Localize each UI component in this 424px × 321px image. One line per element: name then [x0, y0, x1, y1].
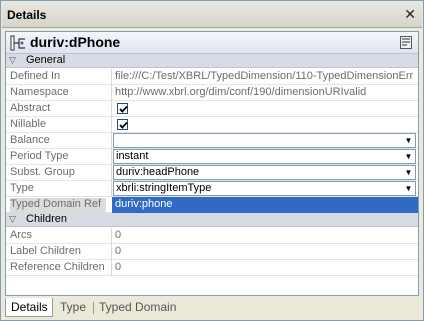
collapse-arrow-icon[interactable]: ▽ [9, 214, 16, 225]
element-icon [10, 35, 26, 51]
dropdown-value: xbrli:stringItemType [116, 182, 212, 194]
column-divider [111, 260, 112, 276]
dropdown-arrow-icon[interactable]: ▼ [403, 151, 414, 162]
row-period-type[interactable]: Period Type instant ▼ [6, 149, 418, 165]
details-panel: duriv:dPhone ▽ General Defined In file:/… [5, 31, 419, 296]
row-balance[interactable]: Balance ▼ [6, 133, 418, 149]
column-divider [111, 165, 112, 181]
row-arcs[interactable]: Arcs 0 [6, 228, 418, 244]
typed-domain-ref-field[interactable]: duriv:phone [112, 197, 418, 213]
row-nillable[interactable]: Nillable [6, 117, 418, 133]
column-divider [111, 244, 112, 260]
property-label: Namespace [10, 86, 69, 98]
dropdown-arrow-icon[interactable]: ▼ [403, 135, 414, 146]
group-children[interactable]: ▽ Children [6, 213, 418, 227]
period-type-dropdown[interactable]: instant ▼ [113, 149, 416, 164]
column-divider [111, 228, 112, 244]
row-reference-children[interactable]: Reference Children 0 [6, 260, 418, 276]
subst-group-dropdown[interactable]: duriv:headPhone ▼ [113, 165, 416, 180]
row-defined-in[interactable]: Defined In file:///C:/Test/XBRL/TypedDim… [6, 69, 418, 85]
close-icon[interactable]: ✕ [404, 6, 416, 23]
row-typed-domain-ref[interactable]: Typed Domain Ref duriv:phone [6, 197, 418, 213]
property-value: file:///C:/Test/XBRL/TypedDimension/110-… [115, 70, 413, 82]
balance-dropdown[interactable]: ▼ [113, 133, 416, 148]
dropdown-value: duriv:headPhone [116, 166, 200, 178]
row-abstract[interactable]: Abstract [6, 101, 418, 117]
type-dropdown[interactable]: xbrli:stringItemType ▼ [113, 181, 416, 196]
details-window: Details ✕ duriv:dPhone ▽ General Defined… [0, 0, 424, 321]
group-label: Children [26, 213, 67, 225]
nillable-checkbox[interactable] [117, 119, 128, 130]
tab-label: Typed Domain [99, 300, 177, 314]
row-label-children[interactable]: Label Children 0 [6, 244, 418, 260]
row-type[interactable]: Type xbrli:stringItemType ▼ [6, 181, 418, 197]
abstract-checkbox[interactable] [117, 103, 128, 114]
column-divider [111, 69, 112, 85]
property-label: Period Type [10, 150, 69, 162]
row-namespace[interactable]: Namespace http://www.xbrl.org/dim/conf/1… [6, 85, 418, 101]
tab-type[interactable]: Type [55, 298, 91, 317]
property-label: Type [10, 182, 34, 194]
column-divider [111, 85, 112, 101]
property-label: Balance [10, 134, 50, 146]
window-titlebar[interactable]: Details ✕ [2, 2, 422, 28]
property-value: 0 [115, 229, 122, 241]
property-label: Label Children [10, 245, 81, 257]
row-subst-group[interactable]: Subst. Group duriv:headPhone ▼ [6, 165, 418, 181]
column-divider [111, 181, 112, 197]
dropdown-arrow-icon[interactable]: ▼ [403, 183, 414, 194]
property-label: Defined In [10, 70, 61, 82]
tab-label: Details [11, 300, 48, 314]
group-label: General [26, 54, 66, 66]
component-header: duriv:dPhone [6, 32, 418, 54]
dropdown-arrow-icon[interactable]: ▼ [403, 167, 414, 178]
property-label: Typed Domain Ref [10, 198, 106, 213]
property-value: 0 [115, 245, 122, 257]
property-label: Nillable [10, 118, 47, 130]
property-label: Arcs [10, 229, 32, 241]
dropdown-value: instant [116, 150, 149, 162]
property-value: duriv:phone [115, 198, 173, 210]
column-divider [111, 149, 112, 165]
column-divider [111, 117, 112, 133]
property-label: Abstract [10, 102, 51, 114]
component-name: duriv:dPhone [30, 34, 121, 50]
bottom-tab-bar: Details Type Typed Domain [5, 298, 419, 318]
tab-details[interactable]: Details [5, 298, 53, 317]
property-value: http://www.xbrl.org/dim/conf/190/dimensi… [115, 86, 367, 98]
tab-typed-domain[interactable]: Typed Domain [94, 298, 184, 317]
properties-icon[interactable] [400, 36, 412, 49]
property-label: Reference Children [10, 261, 105, 273]
column-divider [111, 101, 112, 117]
property-value: 0 [115, 261, 122, 273]
tab-label: Type [60, 300, 87, 314]
group-general[interactable]: ▽ General [6, 54, 418, 68]
column-divider [111, 133, 112, 149]
window-title: Details [7, 8, 47, 22]
property-label: Subst. Group [10, 166, 75, 178]
collapse-arrow-icon[interactable]: ▽ [9, 55, 16, 66]
